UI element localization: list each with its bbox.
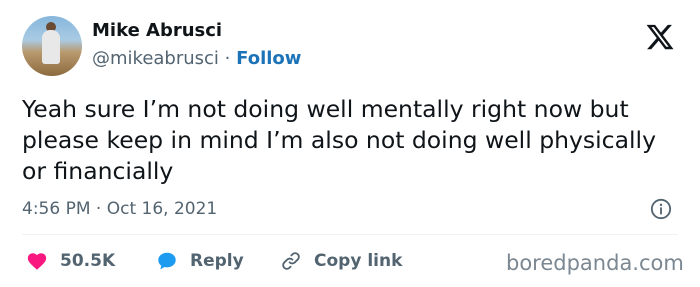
watermark: boredpanda.com (506, 251, 684, 275)
reply-button[interactable]: Reply (156, 249, 244, 273)
author-name[interactable]: Mike Abrusci (92, 20, 222, 41)
avatar-body (42, 30, 60, 64)
copy-link-label: Copy link (314, 251, 403, 271)
like-button[interactable]: 50.5K (26, 249, 115, 273)
link-icon (282, 252, 300, 270)
author-handle-row: @mikeabrusci · Follow (92, 48, 301, 69)
author-handle[interactable]: @mikeabrusci (92, 48, 219, 69)
reply-label: Reply (190, 251, 244, 271)
info-icon[interactable] (650, 198, 672, 220)
timestamp-separator: · (95, 199, 102, 219)
speech-bubble-icon (158, 252, 176, 270)
copy-link-button[interactable]: Copy link (280, 249, 402, 273)
heart-icon (27, 253, 47, 270)
divider (22, 234, 678, 235)
tweet-time: 4:56 PM (22, 199, 91, 219)
handle-separator: · (224, 48, 231, 69)
tweet-text: Yeah sure I’m not doing well mentally ri… (22, 95, 656, 185)
likes-count: 50.5K (60, 251, 116, 271)
follow-button[interactable]: Follow (236, 48, 301, 69)
tweet-timestamp[interactable]: 4:56 PM · Oct 16, 2021 (22, 199, 217, 219)
tweet-card: Mike Abrusci @mikeabrusci · Follow Yeah … (0, 0, 700, 287)
avatar[interactable] (22, 16, 82, 76)
tweet-date: Oct 16, 2021 (106, 199, 218, 219)
x-logo-icon[interactable] (645, 22, 675, 52)
